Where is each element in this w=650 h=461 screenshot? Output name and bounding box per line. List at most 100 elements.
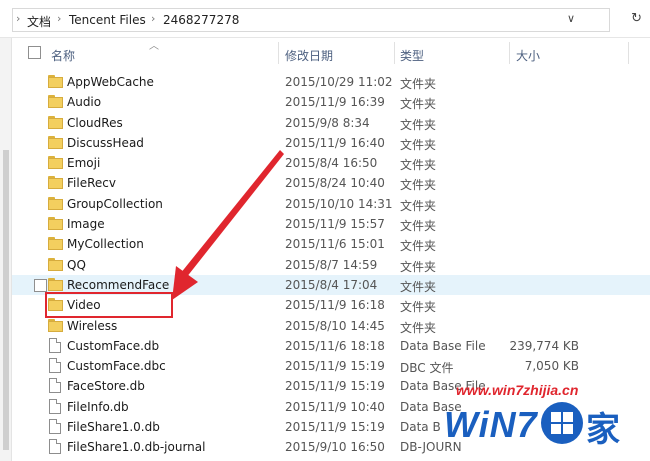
file-date: 2015/10/29 11:02 (285, 75, 393, 89)
row-checkbox[interactable] (34, 278, 47, 292)
chevron-down-icon[interactable]: ∨ (567, 12, 575, 25)
file-type: DBC 文件 (400, 361, 454, 376)
file-date: 2015/8/4 16:50 (285, 156, 378, 171)
watermark-logo-text: WiN7 (444, 404, 538, 445)
file-row[interactable]: FileRecv 2015/8/24 10:40 文件夹 (12, 173, 650, 193)
file-row[interactable]: Image 2015/11/9 15:57 文件夹 (12, 214, 650, 234)
file-date: 2015/11/9 15:19 (285, 379, 385, 394)
file-row[interactable]: DiscussHead 2015/11/9 16:40 文件夹 (12, 133, 650, 153)
refresh-icon[interactable]: ↻ (631, 11, 642, 26)
file-row[interactable]: Audio 2015/11/9 16:39 文件夹 (12, 92, 650, 112)
file-type: 文件夹 (400, 320, 437, 335)
column-header-row: 名称 ︿ 修改日期 类型 大小 (12, 38, 650, 68)
folder-icon (48, 176, 63, 190)
file-type: 文件夹 (400, 178, 437, 193)
file-name: DiscussHead (67, 135, 144, 150)
folder-icon (48, 196, 63, 210)
folder-icon (48, 75, 63, 88)
file-date: 2015/8/7 14:59 (285, 257, 378, 272)
file-row[interactable]: CustomFace.dbc 2015/11/9 15:19 DBC 文件 7,050… (12, 356, 650, 376)
file-date: 2015/11/9 15:19 (285, 359, 385, 374)
file-size: 7,050 KB (524, 359, 579, 374)
folder-icon (48, 237, 63, 251)
file-row[interactable]: CustomFace.db 2015/11/6 18:18 Data Base Fi… (12, 336, 650, 356)
file-type: 文件夹 (400, 117, 437, 132)
file-row[interactable]: QQ 2015/8/7 14:59 文件夹 (12, 255, 650, 275)
column-header-size[interactable]: 大小 (516, 47, 540, 64)
column-divider[interactable] (394, 42, 395, 64)
breadcrumb-account-folder[interactable]: 2468277278 (163, 13, 239, 27)
file-row[interactable]: MyCollection 2015/11/6 15:01 文件夹 (12, 234, 650, 254)
file-name: Image (67, 217, 105, 232)
file-row[interactable]: AppWebCache 2015/10/29 11:02 文件夹 (12, 72, 650, 92)
file-name: CustomFace.dbc (67, 359, 166, 374)
file-name: FileInfo.db (67, 399, 129, 414)
file-row[interactable]: CloudRes 2015/9/8 8:34 文件夹 (12, 113, 650, 133)
file-name: FileShare1.0.db (67, 420, 160, 435)
file-type: 文件夹 (400, 97, 437, 112)
file-name: Emoji (67, 156, 101, 171)
file-date: 2015/11/9 16:40 (285, 135, 385, 150)
file-name: FileRecv (67, 176, 116, 191)
breadcrumb-documents[interactable]: 文档 (27, 13, 51, 30)
windows-logo-icon (541, 402, 583, 444)
file-name: QQ (67, 257, 86, 272)
file-name: MyCollection (67, 237, 144, 252)
file-date: 2015/9/8 8:34 (285, 115, 370, 130)
file-name: FaceStore.db (67, 379, 145, 394)
folder-icon (48, 277, 63, 291)
file-name: AppWebCache (67, 75, 154, 89)
file-date: 2015/11/6 18:18 (285, 338, 385, 353)
navigation-scrollbar[interactable] (3, 150, 9, 450)
file-type: Data B (400, 420, 441, 435)
file-name: Audio (67, 95, 102, 110)
column-divider[interactable] (509, 42, 510, 64)
folder-icon (48, 135, 63, 149)
folder-icon (48, 318, 63, 332)
file-size: 239,774 KB (509, 338, 579, 353)
folder-icon (48, 156, 63, 170)
file-type: 文件夹 (400, 219, 437, 234)
file-date: 2015/10/10 14:31 (285, 196, 393, 211)
breadcrumb-separator-icon: › (151, 12, 156, 25)
column-header-type[interactable]: 类型 (400, 47, 424, 64)
breadcrumb-separator-icon: › (16, 12, 21, 25)
column-divider[interactable] (278, 42, 279, 64)
file-name: CloudRes (67, 115, 123, 130)
file-row[interactable]: GroupCollection 2015/10/10 14:31 文件夹 (12, 194, 650, 214)
sort-ascending-icon: ︿ (149, 41, 159, 52)
select-all-checkbox[interactable] (28, 46, 41, 59)
folder-icon (48, 115, 63, 129)
folder-icon (48, 217, 63, 231)
file-type: 文件夹 (400, 279, 437, 294)
file-date: 2015/8/24 10:40 (285, 176, 385, 191)
breadcrumb-tencent-files[interactable]: Tencent Files (69, 13, 146, 27)
file-date: 2015/8/10 14:45 (285, 318, 385, 333)
file-type: 文件夹 (400, 239, 437, 254)
column-header-name[interactable]: 名称 (51, 47, 75, 64)
column-header-date[interactable]: 修改日期 (285, 47, 333, 64)
file-icon (49, 358, 61, 374)
file-icon (49, 337, 61, 353)
navigation-pane-edge (0, 38, 12, 461)
breadcrumb-separator-icon: › (57, 12, 62, 25)
file-type: 文件夹 (400, 300, 437, 315)
file-icon (49, 398, 61, 414)
file-name: GroupCollection (67, 196, 163, 211)
file-type: 文件夹 (400, 137, 437, 152)
watermark-logo-han: 家 (586, 410, 620, 450)
file-row[interactable]: Emoji 2015/8/4 16:50 文件夹 (12, 153, 650, 173)
file-date: 2015/11/9 10:40 (285, 399, 385, 414)
file-row[interactable]: Wireless 2015/8/10 14:45 文件夹 (12, 316, 650, 336)
file-type: 文件夹 (400, 198, 437, 213)
folder-icon (48, 95, 63, 109)
file-icon (49, 439, 61, 455)
column-divider[interactable] (628, 42, 629, 64)
file-name: Wireless (67, 318, 118, 333)
file-type: Data Base File (400, 338, 486, 353)
file-type: 文件夹 (400, 158, 437, 173)
address-box[interactable]: › 文档 › Tencent Files › 2468277278 ∨ (12, 8, 610, 32)
file-date: 2015/11/9 16:39 (285, 95, 385, 110)
file-name: FileShare1.0.db-journal (67, 440, 206, 455)
file-date: 2015/8/4 17:04 (285, 277, 378, 292)
